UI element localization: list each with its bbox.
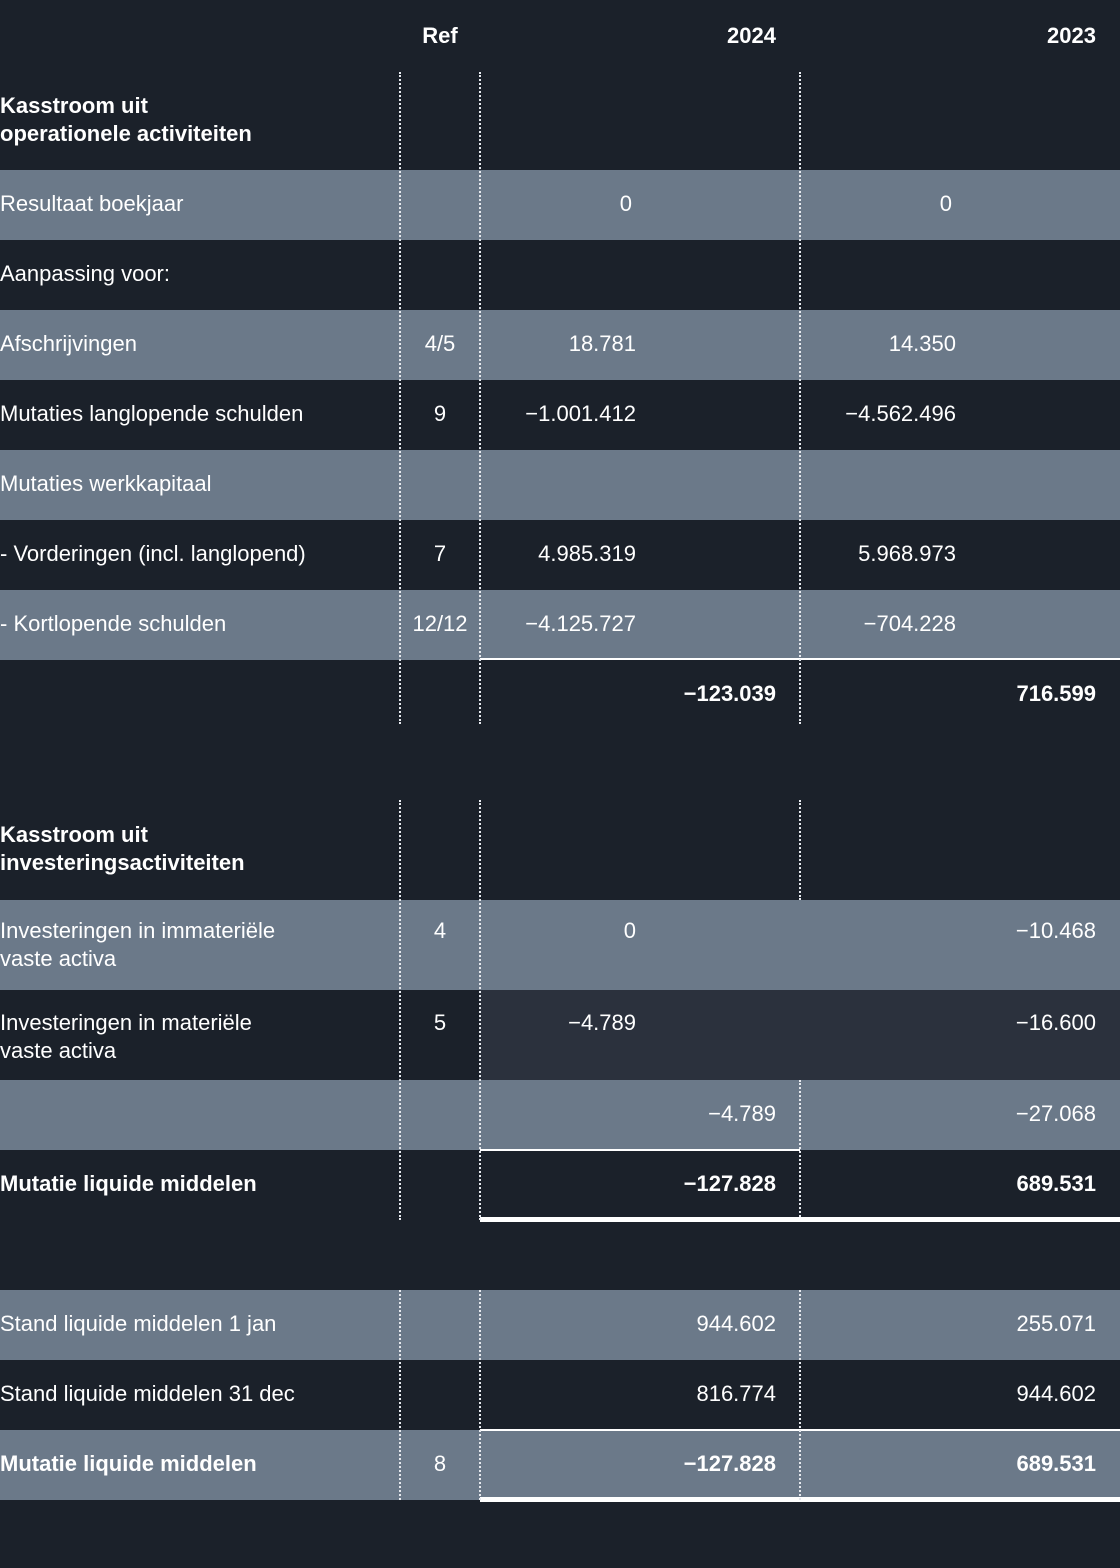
- column-divider: [799, 1080, 801, 1217]
- column-divider: [799, 1290, 801, 1500]
- value-2024: 816.774: [696, 1381, 776, 1406]
- subtotal-2023: −27.068: [1015, 1101, 1096, 1126]
- table-row: Mutatie liquide middelen 8 −127.828 689.…: [0, 1430, 1120, 1500]
- value-2023: 255.071: [1016, 1311, 1096, 1336]
- row-label: Stand liquide middelen 31 dec: [0, 1381, 295, 1406]
- value-2023: 0: [939, 191, 952, 216]
- column-divider: [399, 72, 401, 724]
- row-ref: 4/5: [424, 331, 456, 356]
- table-row: - Kortlopende schulden 12/12 −4.125.727 …: [0, 590, 1120, 660]
- value-2024: 4.985.319: [538, 541, 636, 566]
- row-label: Afschrijvingen: [0, 331, 137, 356]
- row-label-line2: vaste activa: [0, 946, 117, 971]
- value-2023: −704.228: [863, 611, 956, 636]
- total-2023: 689.531: [1016, 1451, 1096, 1476]
- total-2024: −127.828: [683, 1171, 776, 1196]
- row-label: Mutaties werkkapitaal: [0, 471, 212, 496]
- section-title-investing-line2: investeringsactiviteiten: [0, 850, 245, 875]
- table-row: Mutaties werkkapitaal: [0, 450, 1120, 520]
- column-divider: [479, 72, 481, 724]
- table-row: Mutaties langlopende schulden 9 −1.001.4…: [0, 380, 1120, 450]
- value-2024: −4.789: [568, 1010, 636, 1035]
- total-2023: 689.531: [1016, 1171, 1096, 1196]
- section-title-investing-line1: Kasstroom uit: [0, 822, 148, 847]
- subtotal-2024: −4.789: [708, 1101, 776, 1126]
- row-label-line1: Investeringen in materiële: [0, 1010, 252, 1035]
- value-2023: −4.562.496: [845, 401, 956, 426]
- row-label: Mutaties langlopende schulden: [0, 401, 304, 426]
- row-ref: 4: [433, 918, 447, 943]
- header-year-2023: 2023: [1047, 23, 1096, 48]
- column-divider: [799, 72, 801, 724]
- row-label: Mutatie liquide middelen: [0, 1171, 257, 1196]
- row-ref: 5: [433, 1010, 447, 1035]
- value-2024: −1.001.412: [525, 401, 636, 426]
- total-2024: −127.828: [683, 1451, 776, 1476]
- table-row: Afschrijvingen 4/5 18.781 14.350: [0, 310, 1120, 380]
- table-row: - Vorderingen (incl. langlopend) 7 4.985…: [0, 520, 1120, 590]
- table-row: Investeringen in materiële vaste activa …: [0, 990, 1120, 1080]
- value-2024: 18.781: [568, 331, 636, 356]
- column-divider: [799, 800, 801, 900]
- value-2024: 0: [619, 191, 632, 216]
- double-rule: [480, 1217, 1120, 1222]
- table-row: Resultaat boekjaar 0 0: [0, 170, 1120, 240]
- column-divider: [399, 1290, 401, 1500]
- row-ref: 8: [433, 1451, 447, 1476]
- table-row: −4.789 −27.068: [0, 1080, 1120, 1150]
- row-label: Stand liquide middelen 1 jan: [0, 1311, 277, 1336]
- row-label: Resultaat boekjaar: [0, 191, 184, 216]
- value-2023: −10.468: [1015, 918, 1096, 943]
- row-label: Aanpassing voor:: [0, 261, 170, 286]
- value-2023: −16.600: [1015, 1010, 1096, 1035]
- row-label: - Vorderingen (incl. langlopend): [0, 541, 306, 566]
- column-divider: [399, 800, 401, 1220]
- section-title-operational-line1: Kasstroom uit: [0, 93, 148, 118]
- table-row: Mutatie liquide middelen −127.828 689.53…: [0, 1150, 1120, 1220]
- value-2023: 5.968.973: [858, 541, 956, 566]
- value-2023: 14.350: [888, 331, 956, 356]
- row-label-line2: vaste activa: [0, 1038, 117, 1063]
- column-divider: [479, 800, 481, 1220]
- row-label: - Kortlopende schulden: [0, 611, 227, 636]
- section-title-operational-line2: operationele activiteiten: [0, 121, 252, 146]
- row-label: Mutatie liquide middelen: [0, 1451, 257, 1476]
- table-row: Aanpassing voor:: [0, 240, 1120, 310]
- value-2024: 944.602: [696, 1311, 776, 1336]
- row-label-line1: Investeringen in immateriële: [0, 918, 276, 943]
- row-ref: 7: [433, 541, 447, 566]
- value-2023: 944.602: [1016, 1381, 1096, 1406]
- table-row: Stand liquide middelen 1 jan 944.602 255…: [0, 1290, 1120, 1360]
- table-row: Stand liquide middelen 31 dec 816.774 94…: [0, 1360, 1120, 1430]
- row-ref: 9: [433, 401, 447, 426]
- value-2024: 0: [623, 918, 636, 943]
- column-divider: [479, 1290, 481, 1500]
- total-2023: 716.599: [1016, 681, 1096, 706]
- table-row: Investeringen in immateriële vaste activ…: [0, 900, 1120, 990]
- header-ref: Ref: [422, 23, 458, 48]
- total-2024: −123.039: [683, 681, 776, 706]
- row-ref: 12/12: [412, 611, 468, 636]
- header-year-2024: 2024: [727, 23, 776, 48]
- value-2024: −4.125.727: [525, 611, 636, 636]
